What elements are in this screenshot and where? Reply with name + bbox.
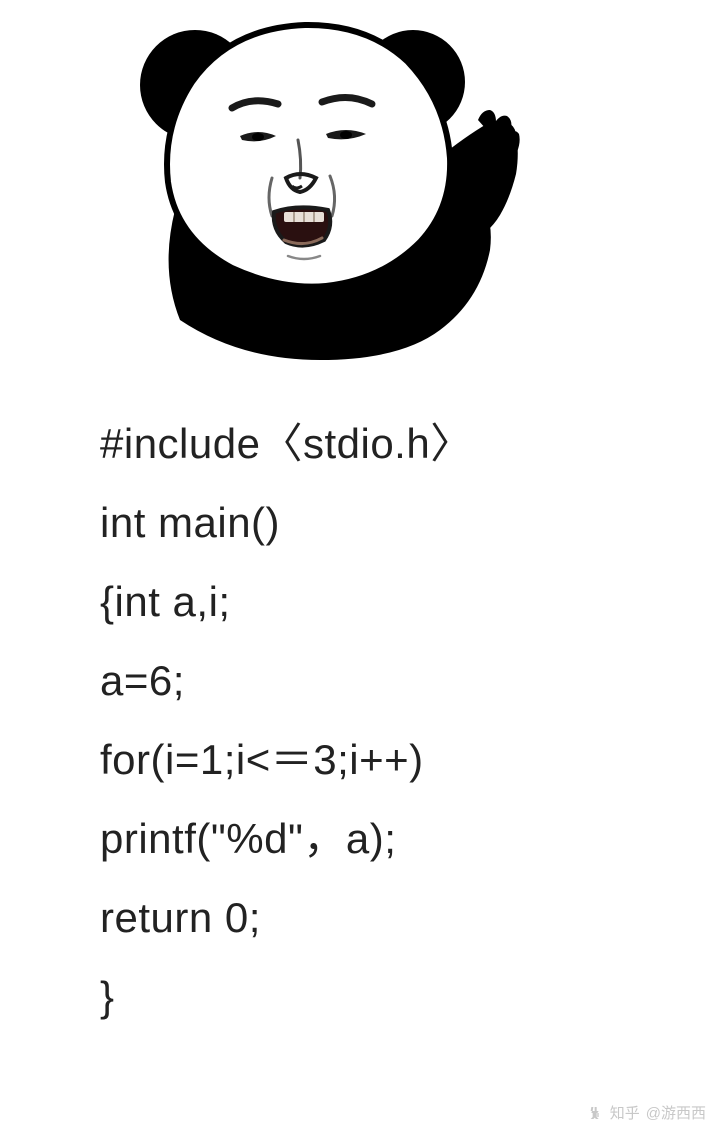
code-text-block: #include〈stdio.h〉 int main() {int a,i; a… <box>100 405 660 1037</box>
watermark: 知乎 @游西西 <box>588 1102 706 1123</box>
code-line: int main() <box>100 484 660 563</box>
zhihu-logo-icon <box>588 1105 604 1121</box>
panda-head-icon <box>120 10 520 370</box>
code-line: #include〈stdio.h〉 <box>100 405 660 484</box>
code-line: } <box>100 958 660 1037</box>
watermark-author: @游西西 <box>646 1102 706 1123</box>
panda-meme-image <box>120 10 520 370</box>
code-line: {int a,i; <box>100 563 660 642</box>
code-line: printf("%d"，a); <box>100 800 660 879</box>
watermark-platform: 知乎 <box>610 1102 640 1123</box>
code-line: for(i=1;i<＝3;i++) <box>100 721 660 800</box>
code-line: a=6; <box>100 642 660 721</box>
code-line: return 0; <box>100 879 660 958</box>
